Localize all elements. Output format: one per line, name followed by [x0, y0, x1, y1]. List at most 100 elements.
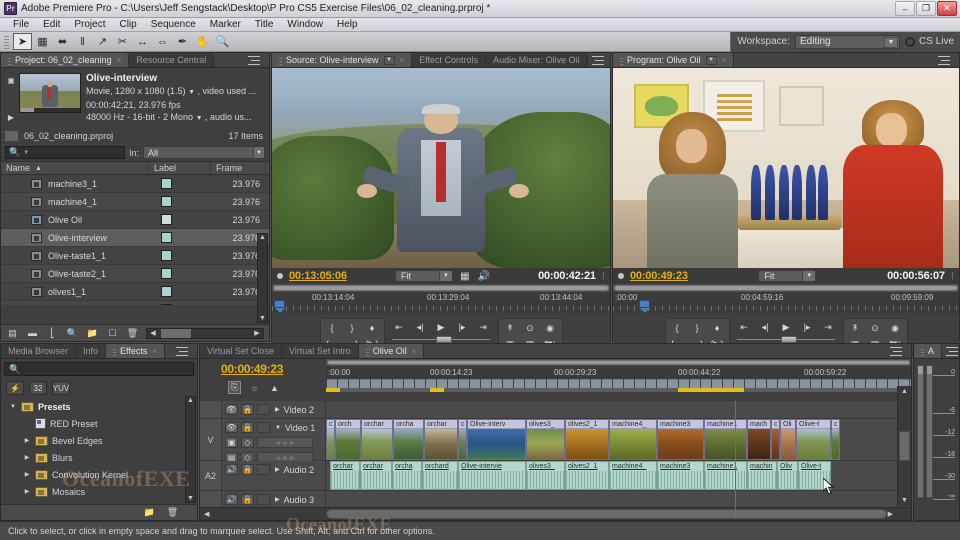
track-header-video-2[interactable]: 👁 🔒 ▶ Video 2	[200, 401, 326, 419]
scroll-up-icon[interactable]: ▲	[187, 397, 194, 404]
drag-handle-icon[interactable]	[365, 346, 369, 356]
timeline-audio-clip[interactable]: orchard	[422, 461, 458, 490]
disclosure-icon[interactable]: ▶	[275, 466, 280, 473]
scroll-up-icon[interactable]: ▲	[259, 234, 266, 241]
project-tab-0[interactable]: Project: 06_02_cleaning ×	[1, 53, 130, 67]
workspace-select[interactable]: Editing ▼	[794, 34, 900, 49]
program-current-time[interactable]: 00:00:49:23	[630, 270, 688, 282]
timeline-video-clip[interactable]: olives3_	[526, 419, 565, 460]
timeline-video-clip[interactable]: machine1	[704, 419, 747, 460]
timeline-audio-clip[interactable]: orchar	[330, 461, 360, 490]
program-playhead[interactable]	[639, 300, 650, 313]
timeline-audio-clip[interactable]: machine3	[657, 461, 704, 490]
timeline-video-clip[interactable]: c	[771, 419, 780, 460]
drag-handle-icon[interactable]	[279, 55, 282, 65]
program-fit-select[interactable]: Fit ▼	[758, 270, 817, 282]
label-color-swatch[interactable]	[161, 232, 172, 243]
cs-live-button[interactable]: CS Live	[904, 36, 954, 47]
close-icon[interactable]: ×	[117, 56, 122, 65]
panel-menu-icon[interactable]	[248, 55, 260, 65]
column-header-frame[interactable]: Frame	[211, 161, 266, 175]
disclosure-icon[interactable]: ▶	[23, 437, 31, 444]
film-strip-icon[interactable]: ▦	[459, 271, 471, 282]
table-row[interactable]: machine3_1 23.976	[1, 175, 269, 193]
track-content-video-1[interactable]: c orch orchar orcha orchar c Olive-interv olive…	[326, 419, 911, 461]
icon-view-icon[interactable]: ▬	[26, 328, 39, 339]
program-monitor-video[interactable]	[613, 68, 959, 268]
track-header-video-1[interactable]: V 👁 🔒 ▼ Video 1 ▣ ◇ ◀ ◆ ▶ ▤ ◇ ◀ ◆ ▶	[200, 419, 326, 463]
close-icon[interactable]: ×	[412, 347, 417, 356]
lock-icon[interactable]: 🔒	[241, 404, 254, 415]
timeline-video-clip[interactable]: orcha	[393, 419, 424, 460]
chevron-down-icon[interactable]: ▼	[188, 87, 195, 99]
slip-tool[interactable]: ↔	[133, 33, 152, 50]
label-color-swatch[interactable]	[161, 196, 172, 207]
disclosure-icon[interactable]: ▶	[275, 496, 280, 503]
timeline-video-clip[interactable]: orchar	[361, 419, 393, 460]
scroll-up-icon[interactable]: ▲	[901, 388, 908, 395]
timeline-audio-clip[interactable]: olives2_1	[565, 461, 609, 490]
project-panel-menu[interactable]	[244, 53, 269, 67]
menu-project[interactable]: Project	[67, 19, 112, 30]
keyframe-diamond-icon[interactable]: ◇	[241, 437, 254, 448]
effects-tree-item[interactable]: ▶ Mosaics	[1, 483, 197, 500]
timeline-video-clip[interactable]: machine4_	[609, 419, 657, 460]
disclosure-icon[interactable]: ▶	[23, 488, 31, 495]
menu-title[interactable]: Title	[248, 19, 281, 30]
effects-tree-item[interactable]: ▶ Bevel Edges	[1, 432, 197, 449]
new-item-icon[interactable]: ☐	[106, 328, 119, 339]
show-keyframes-icon[interactable]: ▣	[225, 437, 238, 448]
rolling-edit-tool[interactable]: ‖	[73, 33, 92, 50]
project-vertical-scrollbar[interactable]: ▲ ▼	[257, 233, 268, 323]
delete-icon[interactable]: 🗑	[166, 507, 179, 518]
source-tab-1[interactable]: Effect Controls	[412, 53, 487, 67]
timeline-video-clip[interactable]: c	[326, 419, 335, 460]
sync-lock-icon[interactable]	[257, 404, 270, 415]
play-icon[interactable]: ▶	[778, 321, 795, 335]
snap-icon[interactable]: ⎘	[228, 381, 241, 394]
effects-tab-1[interactable]: Info	[76, 344, 107, 358]
timeline-audio-clip[interactable]: Olive-intervie	[458, 461, 526, 490]
source-current-time[interactable]: 00:13:05:06	[289, 270, 347, 282]
timeline-video-clip[interactable]: orchar	[424, 419, 458, 460]
scroll-thumb[interactable]	[326, 509, 887, 519]
close-icon[interactable]: ×	[722, 56, 727, 65]
effects-tree-item[interactable]: ▼ Presets	[1, 398, 197, 415]
drag-handle-icon[interactable]	[8, 55, 11, 65]
step-forward-large-icon[interactable]: ⇥	[820, 321, 837, 335]
find-icon[interactable]: 🔍	[66, 328, 79, 339]
step-back-icon[interactable]: ◂|	[757, 321, 774, 335]
selection-tool[interactable]: ➤	[13, 33, 32, 50]
pen-tool[interactable]: ✒	[173, 33, 192, 50]
delete-icon[interactable]: 🗑	[126, 328, 139, 339]
panel-menu-icon[interactable]	[890, 346, 902, 356]
accelerated-effects-icon[interactable]: ⚡	[6, 381, 24, 395]
menu-edit[interactable]: Edit	[36, 19, 67, 30]
program-tab-0[interactable]: Program: Olive Oil ▼ ×	[613, 53, 735, 67]
project-horizontal-scrollbar[interactable]: ◀ ▶	[146, 327, 264, 339]
disclosure-icon[interactable]: ▼	[9, 404, 17, 410]
close-icon[interactable]: ×	[152, 347, 157, 356]
project-row-label-cell[interactable]	[149, 232, 211, 243]
step-back-large-icon[interactable]: ⇤	[391, 321, 408, 335]
table-row[interactable]: Olive-taste1_1 23.976	[1, 247, 269, 265]
label-color-swatch[interactable]	[161, 286, 172, 297]
timeline-tab-1[interactable]: Virtual Set Intro	[281, 344, 359, 358]
scroll-left-icon[interactable]: ◀	[204, 510, 209, 518]
automate-to-sequence-icon[interactable]: ⎣	[46, 328, 59, 339]
menu-marker[interactable]: Marker	[203, 19, 248, 30]
settings-dots-icon[interactable]: ⁝	[951, 271, 954, 282]
source-time-ruler[interactable]: 00:13:14:04 00:13:29:04 00:13:44:04	[272, 292, 610, 314]
tab-audio-meters[interactable]: A	[914, 344, 943, 358]
close-button[interactable]: ✕	[937, 1, 957, 16]
timeline-work-area-bar[interactable]	[326, 388, 911, 392]
program-shuttle-slider[interactable]	[737, 335, 835, 343]
table-row[interactable]: Olive-interview 23.976	[1, 229, 269, 247]
source-tab-0[interactable]: Source: Olive-interview ▼ ×	[272, 53, 413, 67]
project-row-label-cell[interactable]	[149, 196, 211, 207]
lock-icon[interactable]: 🔒	[241, 422, 254, 433]
scroll-left-icon[interactable]: ◀	[147, 329, 159, 337]
label-color-swatch[interactable]	[161, 178, 172, 189]
play-icon[interactable]: ▶	[433, 321, 450, 335]
rate-stretch-tool[interactable]: ↗	[93, 33, 112, 50]
